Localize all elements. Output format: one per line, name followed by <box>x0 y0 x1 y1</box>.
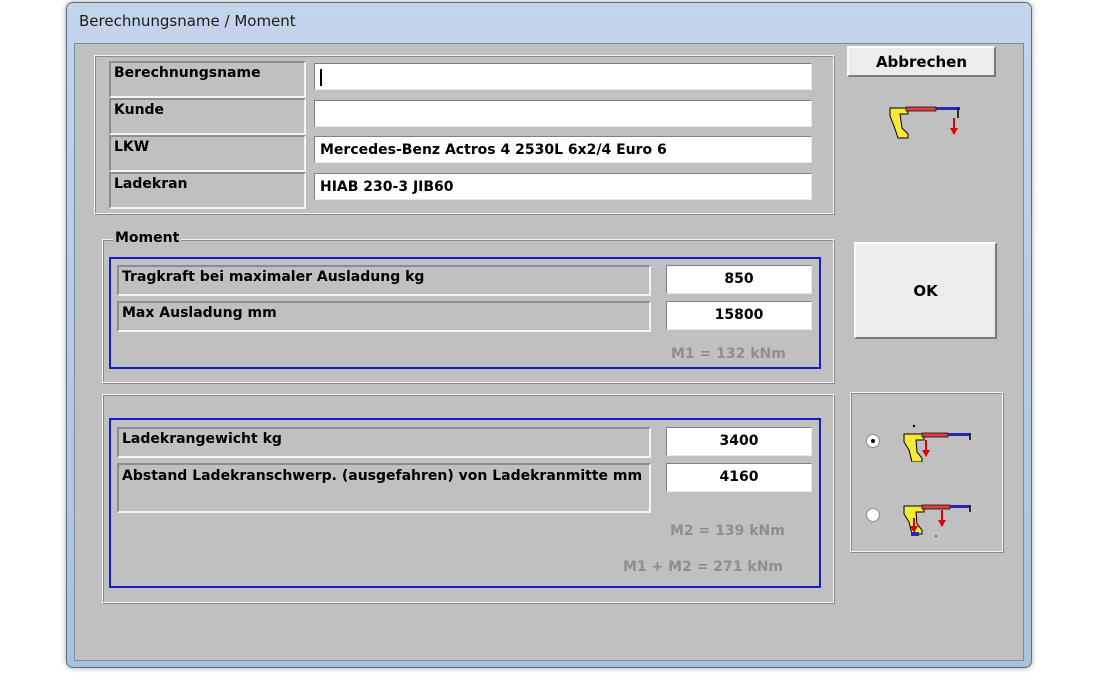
label-tragkraft: Tragkraft bei maximaler Ausladung kg <box>117 265 651 296</box>
ok-button[interactable]: OK <box>854 242 997 339</box>
crane-option-radio-1[interactable] <box>866 434 880 448</box>
dialog-window: Berechnungsname / Moment Berechnungsname… <box>66 2 1032 668</box>
abstand-input[interactable]: 4160 <box>666 463 812 492</box>
text-caret <box>320 68 322 86</box>
label-ladekrangewicht: Ladekrangewicht kg <box>117 427 651 458</box>
max-ausladung-input[interactable]: 15800 <box>666 301 812 330</box>
ladekrangewicht-input[interactable]: 3400 <box>666 427 812 456</box>
label-max-ausladung: Max Ausladung mm <box>117 301 651 332</box>
m2-result: M2 = 139 kNm <box>670 523 785 539</box>
radio-selected-dot <box>871 439 875 443</box>
crane-extended-icon <box>903 424 971 462</box>
crane-icon <box>889 106 960 139</box>
moment-group-legend: Moment <box>113 230 182 246</box>
label-kunde: Kunde <box>109 98 306 135</box>
m1-result: M1 = 132 kNm <box>671 346 786 362</box>
kunde-input[interactable] <box>314 100 812 127</box>
m1-m2-total-result: M1 + M2 = 271 kNm <box>623 559 784 575</box>
dialog-client-area: Berechnungsname Kunde LKW Mercedes-Benz … <box>74 43 1024 661</box>
cancel-button[interactable]: Abbrechen <box>847 46 996 77</box>
tragkraft-input[interactable]: 850 <box>666 265 812 294</box>
crane-jib-icon <box>903 504 971 537</box>
label-ladekran: Ladekran <box>109 172 306 209</box>
ladekran-input[interactable]: HIAB 230-3 JIB60 <box>314 173 812 200</box>
crane-option-radio-2[interactable] <box>866 508 880 522</box>
lkw-input[interactable]: Mercedes-Benz Actros 4 2530L 6x2/4 Euro … <box>314 136 812 163</box>
window-title: Berechnungsname / Moment <box>79 12 296 30</box>
label-abstand: Abstand Ladekranschwerp. (ausgefahren) v… <box>117 463 651 513</box>
label-berechnungsname: Berechnungsname <box>109 61 306 98</box>
berechnungsname-input[interactable] <box>314 63 812 90</box>
label-lkw: LKW <box>109 135 306 172</box>
